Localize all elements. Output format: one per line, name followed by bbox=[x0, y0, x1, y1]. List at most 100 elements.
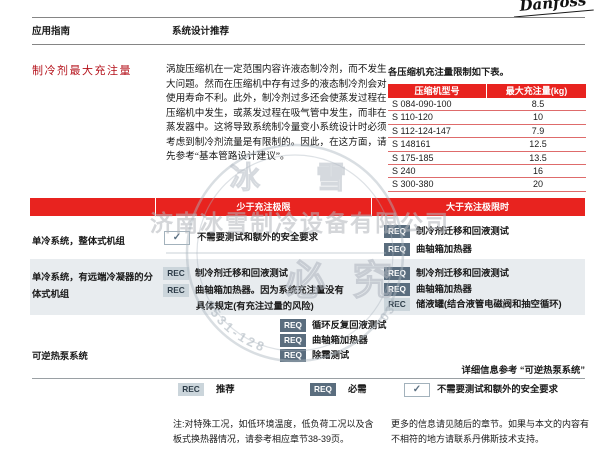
item-text: 具体规定(有充注过量的风险) bbox=[196, 301, 314, 311]
intro-line: 使用寿命不利。此外，制冷剂过多还会使蒸发过程在 bbox=[166, 92, 387, 107]
req-badge: REQ bbox=[384, 283, 410, 296]
intro-line: 大问题。然而在压缩机中存有过多的液态制冷剂会对 bbox=[166, 78, 387, 93]
intro-paragraph: 涡旋压缩机在一定范围内容许液态制冷剂，而不发生 大问题。然而在压缩机中存有过多的… bbox=[166, 63, 387, 165]
footnote-special-conditions: 注:对特殊工况，如低环境温度，低负荷工况以及含 板式换热器情况，请参考相应章节3… bbox=[173, 417, 374, 446]
legend-label: 推荐 bbox=[216, 384, 235, 394]
recommendation-item: REC 曲轴箱加热器。因为系统充注量没有 bbox=[163, 284, 344, 297]
item-text: 制冷剂迁移和回液测试 bbox=[416, 226, 509, 236]
table-row: S 084-090-100 8.5 bbox=[388, 98, 586, 111]
value-cell: 16 bbox=[490, 165, 586, 177]
item-text: 不需要测试和额外的安全要求 bbox=[197, 232, 318, 242]
page-title: 系统设计推荐 bbox=[172, 23, 229, 37]
requirement-item: REQ 除霜测试 bbox=[280, 349, 349, 362]
req-badge: REQ bbox=[384, 267, 410, 280]
value-cell: 20 bbox=[490, 178, 586, 190]
row-label-line: 体式机组 bbox=[32, 286, 153, 303]
footnote-line: 不相符的地方请联系丹佛斯技术支持。 bbox=[391, 432, 589, 447]
item-text: 曲轴箱加热器 bbox=[416, 284, 472, 294]
legend-rec: REC 推荐 bbox=[178, 383, 235, 396]
column-header-below-limit: 少于充注极限 bbox=[155, 198, 372, 216]
value-cell: 8.5 bbox=[490, 98, 586, 110]
recommendation-item: REC 制冷剂迁移和回液测试 bbox=[163, 267, 288, 280]
item-text: 曲轴箱加热器 bbox=[312, 335, 368, 345]
column-header-model: 压缩机型号 bbox=[388, 84, 487, 98]
model-cell: S 300-380 bbox=[388, 178, 490, 190]
item-text: 制冷剂迁移和回液测试 bbox=[416, 268, 509, 278]
header-rule-top bbox=[32, 17, 585, 18]
item-text: 储液罐(结合液管电磁阀和抽空循环) bbox=[416, 299, 562, 309]
application-guide-page: Danfoss 应用指南 系统设计推荐 制冷剂最大充注量 涡旋压缩机在一定范围内… bbox=[0, 0, 600, 450]
rec-badge: REC bbox=[384, 298, 410, 311]
check-icon: ✓ bbox=[164, 231, 190, 245]
item-text: 制冷剂迁移和回液测试 bbox=[195, 268, 288, 278]
table-row: S 175-185 13.5 bbox=[388, 152, 586, 165]
req-badge: REQ bbox=[280, 349, 306, 362]
danfoss-logo: Danfoss bbox=[512, 0, 593, 17]
column-header-max-charge: 最大充注量(kg) bbox=[487, 84, 586, 98]
check-icon: ✓ bbox=[404, 383, 430, 397]
item-text: 曲轴箱加热器 bbox=[416, 244, 472, 254]
value-cell: 13.5 bbox=[490, 152, 586, 164]
req-badge: REQ bbox=[384, 243, 410, 256]
requirement-item: REQ 曲轴箱加热器 bbox=[280, 334, 368, 347]
doc-type-label: 应用指南 bbox=[32, 23, 70, 37]
intro-line: 先参考“基本管路设计建议”。 bbox=[166, 150, 387, 165]
item-text: 曲轴箱加热器。因为系统充注量没有 bbox=[195, 285, 344, 295]
legend-divider bbox=[32, 378, 585, 379]
footnote-line: 注:对特殊工况，如低环境温度，低负荷工况以及含 bbox=[173, 417, 374, 432]
item-text: 除霜测试 bbox=[312, 350, 349, 360]
table-row: S 300-380 20 bbox=[388, 178, 586, 191]
req-badge: REQ bbox=[310, 383, 336, 396]
row-label-heat-pump: 可逆热泵系统 bbox=[32, 348, 88, 365]
requirement-item: REQ 循环反复回液测试 bbox=[280, 319, 386, 332]
intro-line: 蒸发器中。这将导致系统制冷量变小系统设计时必须 bbox=[166, 121, 387, 136]
matrix-header-band: 少于充注极限 大于充注极限时 bbox=[30, 198, 585, 216]
intro-line: 考虑到制冷剂流量是有限制的。因此，在这方面，请 bbox=[166, 136, 387, 151]
model-cell: S 175-185 bbox=[388, 152, 490, 164]
requirement-item: REQ 制冷剂迁移和回液测试 bbox=[384, 225, 509, 238]
value-cell: 10 bbox=[490, 111, 586, 123]
heat-pump-detail-note: 详细信息参考 “可逆热泵系统” bbox=[462, 362, 585, 376]
column-header-above-limit: 大于充注极限时 bbox=[370, 198, 585, 216]
requirement-item: REQ 曲轴箱加热器 bbox=[384, 283, 472, 296]
requirement-item: REQ 制冷剂迁移和回液测试 bbox=[384, 267, 509, 280]
recommendation-item: REC 储液罐(结合液管电磁阀和抽空循环) bbox=[384, 298, 562, 311]
rec-badge: REC bbox=[163, 284, 189, 297]
table-row: S 148161 12.5 bbox=[388, 138, 586, 151]
footnote-more-info: 更多的信息请见随后的章节。如果与本文的内容有 不相符的地方请联系丹佛斯技术支持。 bbox=[391, 417, 589, 446]
row-label-line: 单冷系统，有远端冷凝器的分 bbox=[32, 269, 153, 286]
watermark-big-chars: 冰 雪 bbox=[230, 162, 370, 195]
rec-badge: REC bbox=[163, 267, 189, 280]
model-cell: S 084-090-100 bbox=[388, 98, 490, 110]
charge-table-header: 压缩机型号 最大充注量(kg) bbox=[388, 84, 586, 98]
value-cell: 7.9 bbox=[490, 125, 586, 137]
footnote-line: 更多的信息请见随后的章节。如果与本文的内容有 bbox=[391, 417, 589, 432]
header-rule-bottom bbox=[32, 44, 585, 45]
table-row: S 240 16 bbox=[388, 165, 586, 178]
intro-line: 涡旋压缩机在一定范围内容许液态制冷剂，而不发生 bbox=[166, 63, 387, 78]
item-text: 循环反复回液测试 bbox=[312, 320, 386, 330]
requirement-item: REQ 曲轴箱加热器 bbox=[384, 243, 472, 256]
row-label-split-unit: 单冷系统，有远端冷凝器的分 体式机组 bbox=[32, 269, 153, 303]
value-cell: 12.5 bbox=[490, 138, 586, 150]
charge-limit-table: 压缩机型号 最大充注量(kg) S 084-090-100 8.5 S 110-… bbox=[388, 84, 586, 192]
legend-req: REQ 必需 bbox=[310, 383, 367, 396]
no-test-item: ✓ 不需要测试和额外的安全要求 bbox=[164, 231, 318, 244]
row-label-packaged-unit: 单冷系统，整体式机组 bbox=[32, 233, 125, 250]
rec-badge: REC bbox=[178, 383, 204, 396]
legend-label: 必需 bbox=[348, 384, 367, 394]
table-row: S 110-120 10 bbox=[388, 111, 586, 124]
section-heading: 制冷剂最大充注量 bbox=[32, 62, 132, 78]
legend-check: ✓ 不需要测试和额外的安全要求 bbox=[404, 383, 558, 396]
charge-table-caption: 各压缩机充注量限制如下表。 bbox=[388, 64, 509, 78]
legend-label: 不需要测试和额外的安全要求 bbox=[437, 384, 558, 394]
footnote-line: 板式换热器情况，请参考相应章节38-39页。 bbox=[173, 432, 374, 447]
table-row: S 112-124-147 7.9 bbox=[388, 125, 586, 138]
model-cell: S 112-124-147 bbox=[388, 125, 490, 137]
req-badge: REQ bbox=[280, 319, 306, 332]
req-badge: REQ bbox=[280, 334, 306, 347]
model-cell: S 110-120 bbox=[388, 111, 490, 123]
req-badge: REQ bbox=[384, 225, 410, 238]
intro-line: 压缩机中发生，或蒸发过程在吸气管中发生，而非在 bbox=[166, 107, 387, 122]
model-cell: S 240 bbox=[388, 165, 490, 177]
